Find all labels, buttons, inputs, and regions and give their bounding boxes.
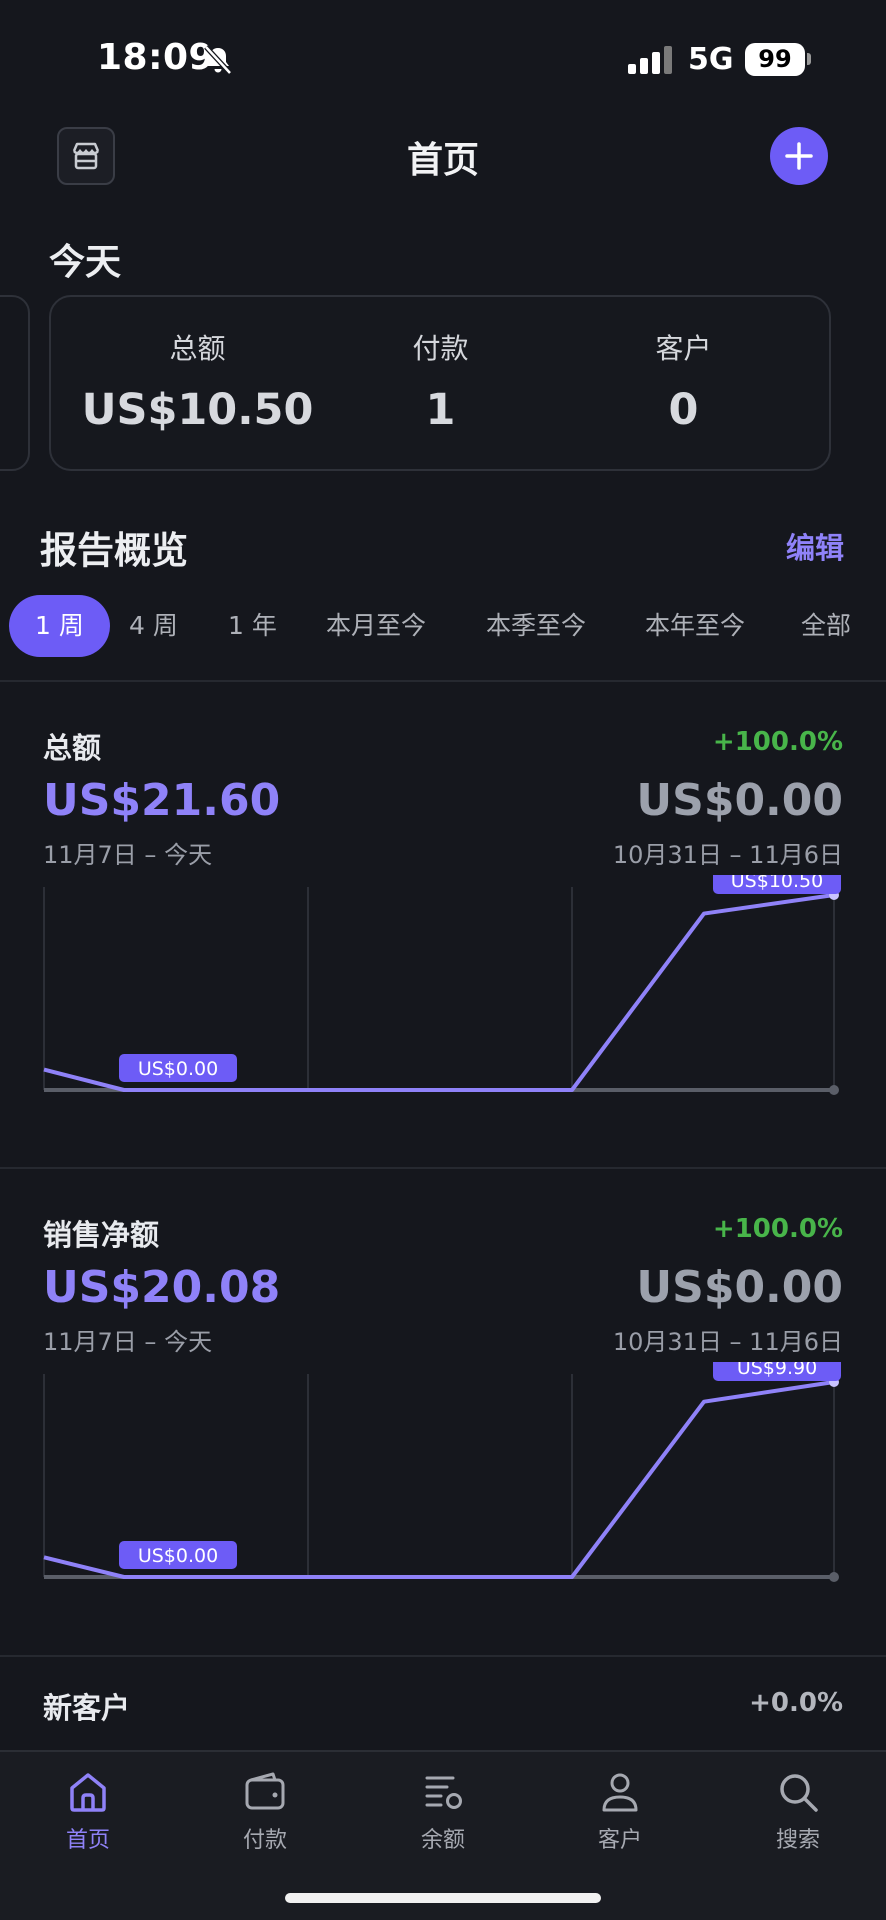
balance-icon xyxy=(425,1776,462,1809)
person-icon xyxy=(602,1773,638,1812)
network-label: 5G xyxy=(688,42,734,77)
metric-compare-period: 10月31日 – 11月6日 xyxy=(612,841,843,869)
range-tab-ytd[interactable]: 本年至今 xyxy=(645,595,745,657)
nav-label: 余额 xyxy=(420,1828,465,1853)
nav-customers[interactable]: 客户 xyxy=(560,1768,680,1854)
page-title: 首页 xyxy=(406,140,479,181)
metric-net-sales-card[interactable]: 销售净额 +100.0% US$20.08 US$0.00 11月7日 – 今天… xyxy=(0,1172,886,1652)
nav-label: 付款 xyxy=(242,1828,287,1853)
metric-value: US$21.60 xyxy=(43,775,281,826)
stat-value: 1 xyxy=(425,385,456,435)
range-tabs: 1 周 4 周 1 年 本月至今 本季至今 本年至今 全部 xyxy=(0,595,886,657)
stat-value: 0 xyxy=(668,385,699,435)
metric-compare-period: 10月31日 – 11月6日 xyxy=(612,1328,843,1356)
home-indicator[interactable] xyxy=(285,1893,601,1903)
stat-label: 总额 xyxy=(169,332,226,365)
divider xyxy=(0,1167,886,1169)
metric-name: 销售净额 xyxy=(43,1218,160,1252)
range-tab-4w[interactable]: 4 周 xyxy=(129,595,178,657)
metric-value: US$20.08 xyxy=(43,1262,281,1313)
metric-compare-value: US$0.00 xyxy=(636,1262,843,1313)
nav-label: 首页 xyxy=(65,1828,110,1853)
metric-name: 总额 xyxy=(43,731,102,765)
nav-home[interactable]: 首页 xyxy=(28,1768,148,1854)
data-label: US$9.90 xyxy=(737,1362,817,1379)
metric-compare-value: US$0.00 xyxy=(636,775,843,826)
range-tab-all[interactable]: 全部 xyxy=(801,595,851,657)
signal-icon xyxy=(628,46,672,74)
battery-tip xyxy=(807,53,811,65)
edit-button[interactable]: 编辑 xyxy=(786,525,844,567)
add-button[interactable] xyxy=(770,127,828,185)
nav-label: 客户 xyxy=(597,1828,642,1853)
total-line-chart: US$0.00 US$10.50 xyxy=(43,875,841,1095)
divider xyxy=(0,1655,886,1657)
metric-period: 11月7日 – 今天 xyxy=(43,841,213,869)
net-sales-line-chart: US$0.00 US$9.90 xyxy=(43,1362,841,1582)
home-icon xyxy=(70,1773,106,1812)
previous-period-point xyxy=(829,1085,839,1095)
today-title: 今天 xyxy=(49,242,122,283)
bell-off-icon xyxy=(204,45,232,75)
metric-change: +100.0% xyxy=(712,727,843,757)
divider xyxy=(0,680,886,682)
range-tab-1w[interactable]: 1 周 xyxy=(9,595,110,657)
data-label: US$0.00 xyxy=(138,1058,218,1080)
search-icon xyxy=(780,1774,818,1812)
range-tab-qtd[interactable]: 本季至今 xyxy=(486,595,586,657)
status-time: 18:09 xyxy=(97,37,215,78)
metric-change: +100.0% xyxy=(712,1214,843,1244)
previous-period-point xyxy=(829,1572,839,1582)
nav-balance[interactable]: 余额 xyxy=(383,1768,503,1854)
nav-search[interactable]: 搜索 xyxy=(738,1768,858,1854)
metric-period: 11月7日 – 今天 xyxy=(43,1328,213,1356)
data-label: US$0.00 xyxy=(138,1545,218,1567)
wallet-icon xyxy=(245,1772,285,1810)
stat-value: US$10.50 xyxy=(81,385,314,435)
previous-card[interactable] xyxy=(0,295,30,471)
range-tab-mtd[interactable]: 本月至今 xyxy=(326,595,426,657)
nav-label: 搜索 xyxy=(775,1828,820,1853)
range-tab-1y[interactable]: 1 年 xyxy=(228,595,277,657)
stat-label: 客户 xyxy=(655,332,712,365)
plus-icon xyxy=(785,142,813,170)
nav-payments[interactable]: 付款 xyxy=(205,1768,325,1854)
status-bar: 18:09 5G 99 xyxy=(0,0,886,120)
today-summary-card[interactable]: 总额 US$10.50 付款 1 客户 0 xyxy=(49,295,831,471)
metric-change: +0.0% xyxy=(749,1688,843,1718)
stat-label: 付款 xyxy=(412,332,469,365)
metric-total-card[interactable]: 总额 +100.0% US$21.60 US$0.00 11月7日 – 今天 1… xyxy=(0,685,886,1165)
metric-name: 新客户 xyxy=(43,1691,131,1725)
report-overview-title: 报告概览 xyxy=(40,529,188,572)
battery-indicator: 99 xyxy=(745,43,805,76)
data-label: US$10.50 xyxy=(731,875,823,892)
